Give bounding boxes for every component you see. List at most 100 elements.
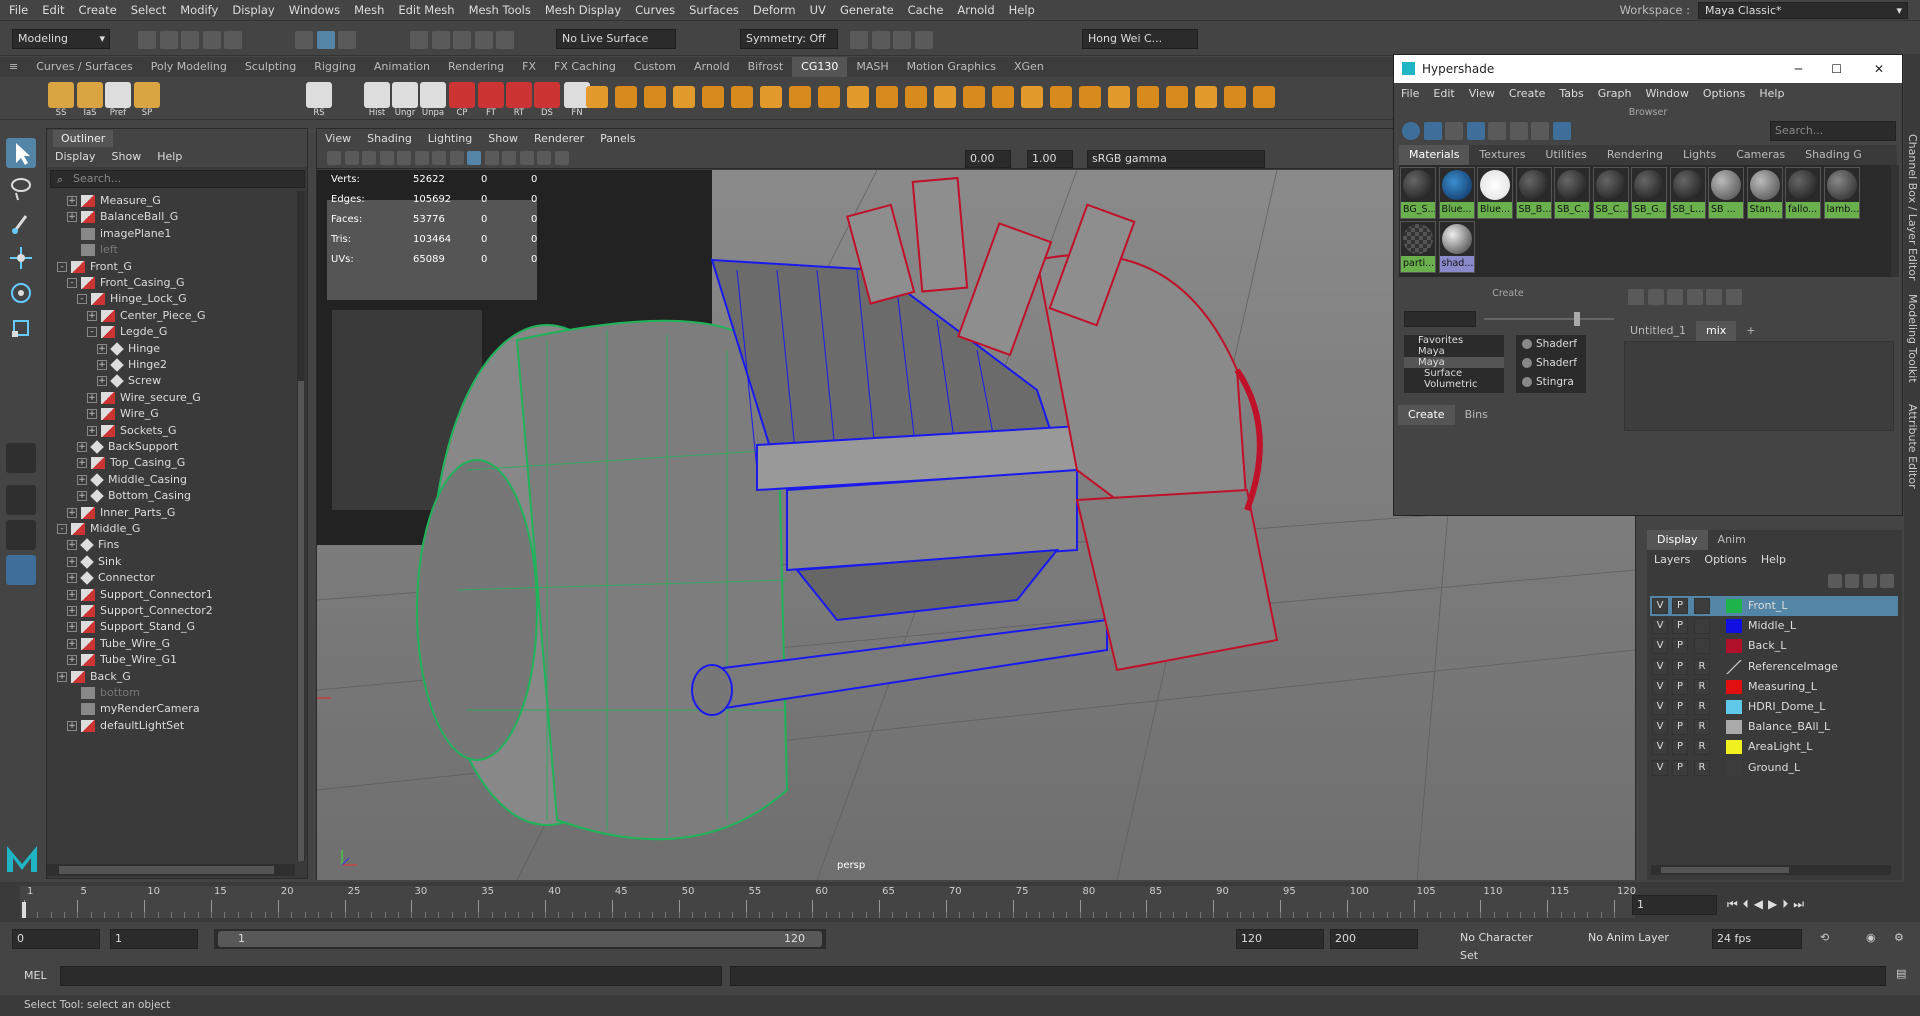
grid-icon[interactable] xyxy=(1466,122,1485,140)
shelf-tab-custom[interactable]: Custom xyxy=(625,57,685,77)
shelf-tool-icon[interactable] xyxy=(1079,86,1101,108)
shelf-tool-icon[interactable] xyxy=(760,86,782,108)
create-tree-item[interactable]: Favorites xyxy=(1404,335,1504,346)
swatch-size-slider[interactable] xyxy=(1484,312,1614,326)
shelf-tool-icon[interactable] xyxy=(847,86,869,108)
collapse-icon[interactable]: - xyxy=(87,327,97,338)
shelf-unpa-icon[interactable] xyxy=(420,82,446,108)
shelf-cp-icon[interactable] xyxy=(449,82,475,108)
redo-icon[interactable] xyxy=(224,31,242,49)
layer-color-swatch[interactable] xyxy=(1726,639,1742,654)
attribute-editor-tab[interactable]: Attribute Editor xyxy=(1906,404,1919,489)
outliner-search-input[interactable]: Search... xyxy=(50,170,305,188)
shelf-ft-icon[interactable] xyxy=(478,82,504,108)
hypershade-menu-graph[interactable]: Graph xyxy=(1591,83,1639,105)
shelf-tool-icon[interactable] xyxy=(905,86,927,108)
playback-toggle[interactable]: P xyxy=(1672,598,1688,614)
user-account-button[interactable]: Hong Wei C... xyxy=(1082,29,1198,49)
auto-key-icon[interactable]: ◉ xyxy=(1866,931,1876,944)
two-view-layout-icon[interactable] xyxy=(6,520,36,550)
mel-label[interactable]: MEL xyxy=(24,969,47,982)
shelf-tab-rigging[interactable]: Rigging xyxy=(305,57,365,77)
create-tree-item[interactable]: Maya xyxy=(1404,357,1504,368)
play-end-field[interactable]: 120 xyxy=(1236,929,1324,949)
snap-curve-icon[interactable] xyxy=(431,31,450,49)
save-scene-icon[interactable] xyxy=(181,31,199,49)
open-scene-icon[interactable] xyxy=(159,31,178,49)
smooth-shade-icon[interactable] xyxy=(467,151,481,165)
layer-color-swatch[interactable] xyxy=(1726,760,1742,775)
anim-layer-select[interactable]: No Anim Layer xyxy=(1584,929,1688,949)
colorspace-select[interactable]: sRGB gamma xyxy=(1087,150,1265,168)
xray-icon[interactable] xyxy=(554,151,569,165)
shelf-tab-arnold[interactable]: Arnold xyxy=(685,57,739,77)
shader-node-item[interactable]: Shaderf xyxy=(1516,354,1586,373)
material-swatch[interactable]: fallo... xyxy=(1785,167,1821,219)
layer-color-swatch[interactable] xyxy=(1726,740,1742,755)
hypershade-menu-options[interactable]: Options xyxy=(1696,83,1752,105)
materials-scrollbar[interactable] xyxy=(1891,165,1899,277)
display-type-toggle[interactable]: R xyxy=(1694,678,1710,695)
material-swatch[interactable]: SB_B... xyxy=(1515,167,1552,219)
expand-icon[interactable]: + xyxy=(67,720,77,731)
shelf-tool-icon[interactable] xyxy=(1021,86,1043,108)
minimize-icon[interactable]: ─ xyxy=(1795,55,1802,83)
shader-mode-icon[interactable] xyxy=(1402,122,1420,140)
expand-icon[interactable]: + xyxy=(77,491,87,502)
shelf-tab-mash[interactable]: MASH xyxy=(847,57,897,77)
shelf-rt-icon[interactable] xyxy=(506,82,532,108)
create-tab-bins[interactable]: Bins xyxy=(1455,405,1498,425)
list-icon[interactable] xyxy=(1445,122,1463,140)
snap-point-icon[interactable] xyxy=(453,31,471,49)
collapse-icon[interactable]: - xyxy=(57,524,67,534)
visibility-toggle[interactable]: V xyxy=(1652,719,1668,736)
select-object-icon[interactable] xyxy=(316,31,335,49)
layer-menu-layers[interactable]: Layers xyxy=(1647,550,1697,570)
render-icon[interactable] xyxy=(850,31,868,49)
shelf-sp-icon[interactable] xyxy=(134,82,160,108)
playback-toggle[interactable]: P xyxy=(1672,759,1688,776)
medium-swatch-icon[interactable] xyxy=(1509,122,1528,140)
material-swatch[interactable]: shad... xyxy=(1438,221,1475,273)
shelf-hist-icon[interactable] xyxy=(364,82,390,108)
shelf-tool-icon[interactable] xyxy=(789,86,811,108)
menu-deform[interactable]: Deform xyxy=(746,0,803,20)
current-frame-marker[interactable] xyxy=(22,902,26,918)
display-type-toggle[interactable]: R xyxy=(1694,658,1710,675)
visibility-toggle[interactable]: V xyxy=(1652,678,1668,695)
layer-row[interactable]: V P R Ground_L xyxy=(1650,758,1898,778)
new-layer-icon[interactable] xyxy=(1862,574,1877,588)
menu-file[interactable]: File xyxy=(2,0,35,20)
hypershade-tab-rendering[interactable]: Rendering xyxy=(1597,145,1673,165)
visibility-toggle[interactable]: V xyxy=(1652,759,1668,776)
shelf-tool-icon[interactable] xyxy=(818,86,840,108)
shelf-tab-xgen[interactable]: XGen xyxy=(1005,57,1053,77)
lasso-tool-icon[interactable] xyxy=(6,173,36,203)
symmetry-select[interactable]: Symmetry: Off xyxy=(740,29,838,49)
layer-row[interactable]: V P Back_L xyxy=(1650,636,1898,656)
graph-rearrange-icon[interactable] xyxy=(1706,289,1722,305)
range-slider-bar-fill[interactable] xyxy=(218,931,822,947)
shelf-tab-cg130[interactable]: CG130 xyxy=(792,57,848,77)
layer-color-swatch[interactable] xyxy=(1726,659,1742,674)
layer-color-swatch[interactable] xyxy=(1726,599,1742,613)
shelf-tool-icon[interactable] xyxy=(731,86,753,108)
expand-icon[interactable]: + xyxy=(67,573,77,584)
shelf-tab-bifrost[interactable]: Bifrost xyxy=(739,57,793,77)
viewport-menu-shading[interactable]: Shading xyxy=(359,129,420,149)
layer-row[interactable]: V P R ReferenceImage xyxy=(1650,657,1898,677)
material-swatch[interactable]: SB_C... xyxy=(1592,167,1629,219)
ipr-icon[interactable] xyxy=(871,31,890,49)
viewport-menu-lighting[interactable]: Lighting xyxy=(420,129,480,149)
expand-icon[interactable]: + xyxy=(97,343,107,354)
loop-icon[interactable]: ⟲ xyxy=(1820,931,1829,944)
layer-tab-display[interactable]: Display xyxy=(1647,530,1708,550)
expand-icon[interactable]: + xyxy=(87,310,97,321)
hypershade-tab-shading-g[interactable]: Shading G xyxy=(1795,145,1872,165)
playback-controls[interactable]: ⏮⏴◀▶⏵⏭ xyxy=(1727,897,1809,912)
material-swatch[interactable]: parti... xyxy=(1400,221,1436,273)
sort-icon[interactable] xyxy=(1552,122,1571,140)
menu-surfaces[interactable]: Surfaces xyxy=(682,0,746,20)
expand-icon[interactable]: + xyxy=(87,409,97,420)
single-view-layout-icon[interactable] xyxy=(6,443,36,473)
